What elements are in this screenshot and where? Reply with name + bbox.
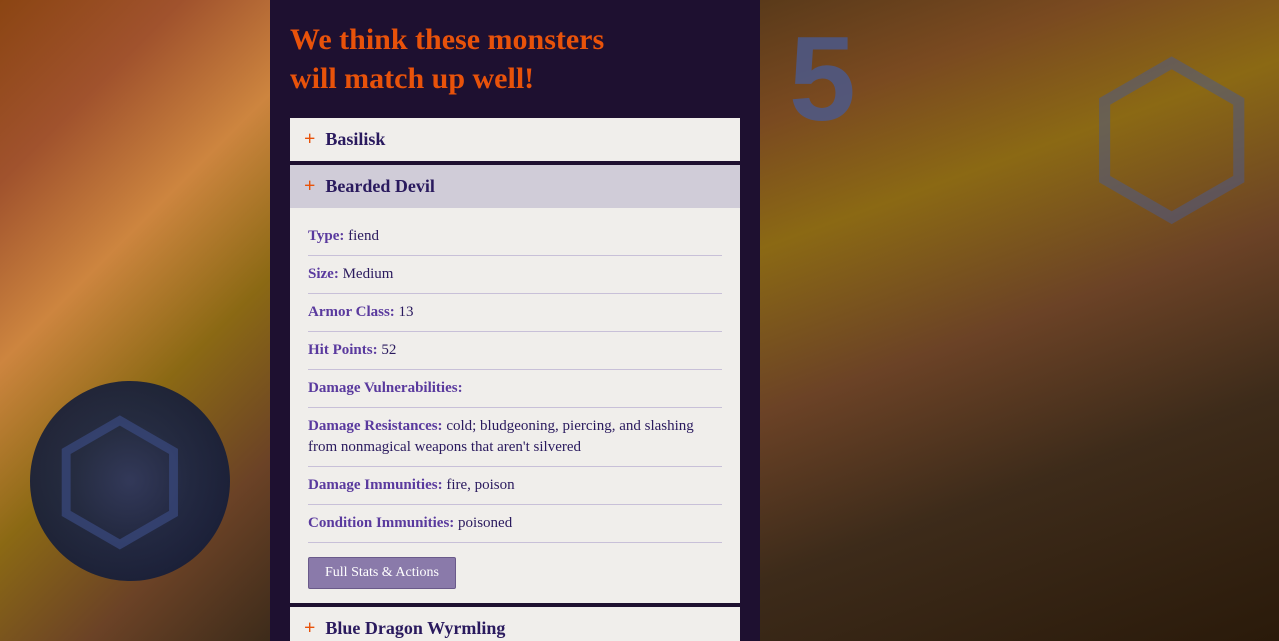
accordion-header-blue-dragon[interactable]: + Blue Dragon Wyrmling — [290, 607, 740, 641]
accordion-label-blue-dragon: Blue Dragon Wyrmling — [325, 618, 505, 639]
stat-damage-imm-value: fire, poison — [446, 477, 514, 493]
stat-damage-vuln-label: Damage Vulnerabilities: — [308, 380, 463, 396]
stat-damage-vulnerabilities: Damage Vulnerabilities: — [308, 370, 722, 408]
stat-damage-resist-label: Damage Resistances: — [308, 418, 443, 434]
stat-size-value: Medium — [343, 266, 394, 282]
accordion-item-blue-dragon: + Blue Dragon Wyrmling — [290, 607, 740, 641]
stat-armor-class-value: 13 — [399, 304, 414, 320]
accordion-header-basilisk[interactable]: + Basilisk — [290, 118, 740, 161]
heading-line2: will match up well! — [290, 62, 534, 95]
stat-hit-points-value: 52 — [381, 342, 396, 358]
stat-damage-immunities: Damage Immunities: fire, poison — [308, 467, 722, 505]
stat-condition-immunities: Condition Immunities: poisoned — [308, 505, 722, 543]
accordion-body-bearded-devil: Type: fiend Size: Medium Armor Class: 13… — [290, 208, 740, 603]
full-stats-button[interactable]: Full Stats & Actions — [308, 557, 456, 589]
stat-armor-class: Armor Class: 13 — [308, 294, 722, 332]
accordion-label-bearded-devil: Bearded Devil — [325, 176, 435, 197]
plus-icon-blue-dragon: + — [304, 617, 315, 640]
plus-icon-bearded-devil: + — [304, 175, 315, 198]
stat-hit-points-label: Hit Points: — [308, 342, 378, 358]
stat-type-value: fiend — [348, 228, 379, 244]
accordion-item-bearded-devil: + Bearded Devil Type: fiend Size: Medium… — [290, 165, 740, 603]
stat-armor-class-label: Armor Class: — [308, 304, 395, 320]
stat-damage-resistances: Damage Resistances: cold; bludgeoning, p… — [308, 408, 722, 467]
accordion-item-basilisk: + Basilisk — [290, 118, 740, 161]
main-panel: We think these monsters will match up we… — [270, 0, 760, 641]
plus-icon-basilisk: + — [304, 128, 315, 151]
heading-line1: We think these monsters — [290, 23, 604, 56]
page-heading: We think these monsters will match up we… — [290, 20, 740, 98]
background-right — [759, 0, 1279, 641]
stat-size-label: Size: — [308, 266, 339, 282]
stat-hit-points: Hit Points: 52 — [308, 332, 722, 370]
background-left — [0, 0, 270, 641]
stat-damage-imm-label: Damage Immunities: — [308, 477, 443, 493]
stat-condition-imm-label: Condition Immunities: — [308, 515, 454, 531]
stat-condition-imm-value: poisoned — [458, 515, 512, 531]
stat-type: Type: fiend — [308, 218, 722, 256]
accordion-header-bearded-devil[interactable]: + Bearded Devil — [290, 165, 740, 208]
accordion-label-basilisk: Basilisk — [325, 129, 385, 150]
stat-size: Size: Medium — [308, 256, 722, 294]
stat-type-label: Type: — [308, 228, 344, 244]
